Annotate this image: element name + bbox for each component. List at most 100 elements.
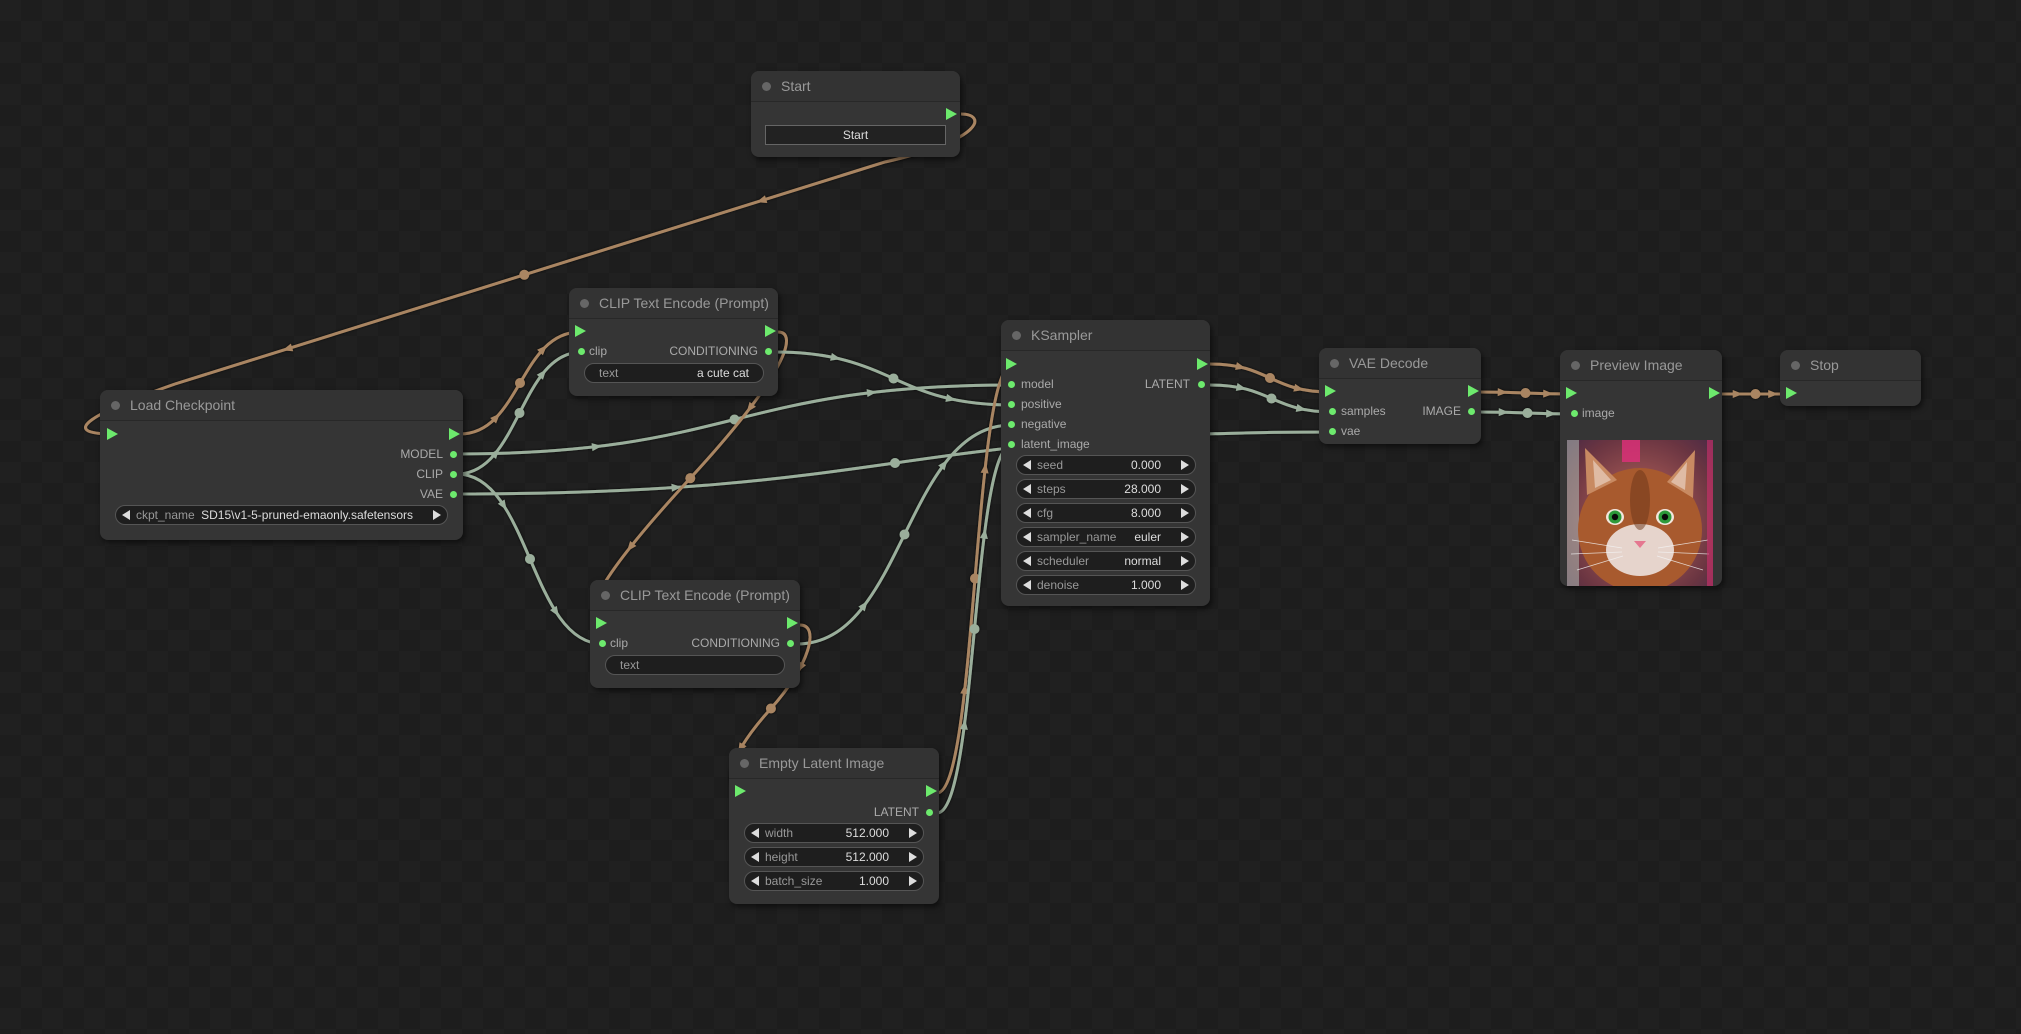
node-title[interactable]: KSampler <box>1001 320 1210 351</box>
node-empty-latent-image[interactable]: Empty Latent Image LATENT width 512.000 … <box>729 748 939 904</box>
height-widget[interactable]: height 512.000 <box>744 847 924 867</box>
link-ksampler-latent-to-samples[interactable] <box>1209 383 1334 414</box>
increment-arrow-icon[interactable] <box>1181 484 1189 494</box>
link-center-marker[interactable] <box>525 554 535 564</box>
collapse-dot-icon[interactable] <box>1012 331 1021 340</box>
link-load-exec-to-clip-pos[interactable] <box>459 330 581 436</box>
link-center-marker[interactable] <box>899 529 910 540</box>
decrement-arrow-icon[interactable] <box>1023 508 1031 518</box>
input-slot-model[interactable] <box>1008 381 1015 388</box>
preview-image-cat[interactable] <box>1567 440 1713 586</box>
collapse-dot-icon[interactable] <box>601 591 610 600</box>
decrement-arrow-icon[interactable] <box>1023 532 1031 542</box>
node-title[interactable]: Preview Image <box>1560 350 1722 381</box>
increment-arrow-icon[interactable] <box>433 510 441 520</box>
input-slot-positive[interactable] <box>1008 401 1015 408</box>
link-center-marker[interactable] <box>1750 389 1761 399</box>
node-title[interactable]: Stop <box>1780 350 1921 381</box>
link-center-marker[interactable] <box>519 269 530 280</box>
input-slot-vae[interactable] <box>1329 428 1336 435</box>
input-slot-clip[interactable] <box>599 640 606 647</box>
exec-output-slot[interactable] <box>926 785 937 797</box>
graph-canvas[interactable]: Start Start Load Checkpoint MODEL CLIP V… <box>0 0 2021 1034</box>
node-title[interactable]: CLIP Text Encode (Prompt) <box>590 580 800 611</box>
link-center-marker[interactable] <box>729 414 740 425</box>
input-slot-image[interactable] <box>1571 410 1578 417</box>
output-slot-vae[interactable] <box>450 491 457 498</box>
link-center-marker[interactable] <box>888 373 899 384</box>
increment-arrow-icon[interactable] <box>909 876 917 886</box>
decrement-arrow-icon[interactable] <box>122 510 130 520</box>
link-center-marker[interactable] <box>1522 408 1533 418</box>
exec-output-slot[interactable] <box>765 325 776 337</box>
decrement-arrow-icon[interactable] <box>1023 556 1031 566</box>
exec-output-slot[interactable] <box>1197 358 1208 370</box>
denoise-widget[interactable]: denoise 1.000 <box>1016 575 1196 595</box>
link-center-marker[interactable] <box>514 408 525 419</box>
link-center-marker[interactable] <box>969 623 980 634</box>
exec-input-slot[interactable] <box>107 428 118 440</box>
ckpt-name-combo[interactable]: ckpt_name SD15\v1-5-pruned-emaonly.safet… <box>115 505 448 525</box>
cfg-widget[interactable]: cfg 8.000 <box>1016 503 1196 523</box>
decrement-arrow-icon[interactable] <box>1023 580 1031 590</box>
collapse-dot-icon[interactable] <box>762 82 771 91</box>
node-clip-encode-negative[interactable]: CLIP Text Encode (Prompt) clip CONDITION… <box>590 580 800 688</box>
output-slot-latent[interactable] <box>1198 381 1205 388</box>
exec-input-slot[interactable] <box>1786 387 1797 399</box>
node-stop[interactable]: Stop <box>1780 350 1921 406</box>
node-load-checkpoint[interactable]: Load Checkpoint MODEL CLIP VAE ckpt_name… <box>100 390 463 540</box>
output-slot-conditioning[interactable] <box>787 640 794 647</box>
output-slot-image[interactable] <box>1468 408 1475 415</box>
node-title[interactable]: CLIP Text Encode (Prompt) <box>569 288 778 319</box>
collapse-dot-icon[interactable] <box>580 299 589 308</box>
node-title[interactable]: VAE Decode <box>1319 348 1481 379</box>
link-positive-conditioning[interactable] <box>774 350 1013 407</box>
exec-input-slot[interactable] <box>1325 385 1336 397</box>
decrement-arrow-icon[interactable] <box>1023 460 1031 470</box>
link-center-marker[interactable] <box>765 703 776 714</box>
exec-output-slot[interactable] <box>1709 387 1720 399</box>
text-prompt-field[interactable]: text <box>605 655 785 675</box>
input-slot-latent-image[interactable] <box>1008 441 1015 448</box>
input-slot-samples[interactable] <box>1329 408 1336 415</box>
link-center-marker[interactable] <box>685 473 696 484</box>
link-center-marker[interactable] <box>970 573 980 584</box>
node-preview-image[interactable]: Preview Image image <box>1560 350 1722 586</box>
increment-arrow-icon[interactable] <box>1181 460 1189 470</box>
exec-input-slot[interactable] <box>1006 358 1017 370</box>
sampler-name-combo[interactable]: sampler_name euler <box>1016 527 1196 547</box>
node-clip-encode-positive[interactable]: CLIP Text Encode (Prompt) clip CONDITION… <box>569 288 778 396</box>
exec-output-slot[interactable] <box>787 617 798 629</box>
link-vae-exec-to-preview[interactable] <box>1479 390 1572 396</box>
link-clip-clip-pos[interactable] <box>456 350 583 476</box>
increment-arrow-icon[interactable] <box>909 828 917 838</box>
output-slot-clip[interactable] <box>450 471 457 478</box>
increment-arrow-icon[interactable] <box>1181 580 1189 590</box>
node-ksampler[interactable]: KSampler model LATENT positive negative … <box>1001 320 1210 606</box>
link-center-marker[interactable] <box>1520 388 1531 398</box>
output-slot-conditioning[interactable] <box>765 348 772 355</box>
exec-output-slot[interactable] <box>449 428 460 440</box>
exec-output-slot[interactable] <box>946 108 957 120</box>
node-title[interactable]: Load Checkpoint <box>100 390 463 421</box>
input-slot-clip[interactable] <box>578 348 585 355</box>
increment-arrow-icon[interactable] <box>1181 532 1189 542</box>
collapse-dot-icon[interactable] <box>1791 361 1800 370</box>
decrement-arrow-icon[interactable] <box>751 852 759 862</box>
exec-input-slot[interactable] <box>735 785 746 797</box>
link-negative-conditioning[interactable] <box>796 423 1013 646</box>
link-clip-clip-neg[interactable] <box>456 472 604 646</box>
link-center-marker[interactable] <box>1266 393 1277 404</box>
collapse-dot-icon[interactable] <box>1571 361 1580 370</box>
node-vae-decode[interactable]: VAE Decode samples IMAGE vae <box>1319 348 1481 444</box>
width-widget[interactable]: width 512.000 <box>744 823 924 843</box>
scheduler-combo[interactable]: scheduler normal <box>1016 551 1196 571</box>
steps-widget[interactable]: steps 28.000 <box>1016 479 1196 499</box>
output-slot-model[interactable] <box>450 451 457 458</box>
collapse-dot-icon[interactable] <box>111 401 120 410</box>
node-title[interactable]: Empty Latent Image <box>729 748 939 779</box>
link-center-marker[interactable] <box>889 458 900 468</box>
batch-size-widget[interactable]: batch_size 1.000 <box>744 871 924 891</box>
exec-input-slot[interactable] <box>596 617 607 629</box>
exec-output-slot[interactable] <box>1468 385 1479 397</box>
